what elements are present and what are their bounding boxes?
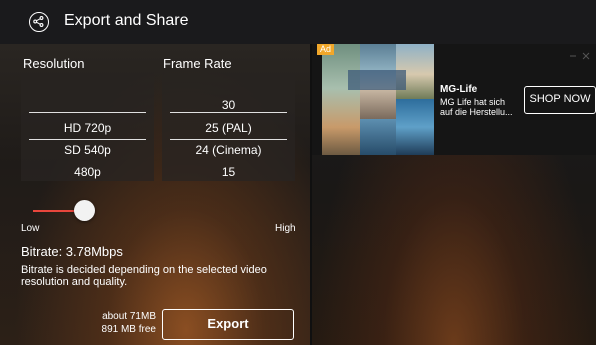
ad-image[interactable] <box>322 44 434 155</box>
app-header: Export and Share <box>0 0 596 44</box>
ad-options-icon[interactable] <box>568 52 592 60</box>
frame-rate-option[interactable]: 15 <box>162 164 295 180</box>
resolution-option-selected[interactable]: HD 720p <box>21 120 154 136</box>
resolution-option[interactable] <box>21 86 154 102</box>
slider-high-label: High <box>275 223 296 234</box>
picker-selection-line-bottom <box>170 139 287 140</box>
bitrate-note: Bitrate is decided depending on the sele… <box>21 264 267 288</box>
slider-low-label: Low <box>21 223 40 234</box>
frame-rate-picker[interactable]: 30 25 (PAL) 24 (Cinema) 15 <box>162 73 295 181</box>
picker-selection-line-top <box>29 112 146 113</box>
frame-rate-option[interactable]: 30 <box>162 97 295 113</box>
export-size-info: about 71MB 891 MB free <box>102 310 156 336</box>
ad-advertiser[interactable]: MG-Life <box>440 84 477 95</box>
export-button[interactable]: Export <box>162 309 294 340</box>
resolution-label: Resolution <box>23 56 85 71</box>
resolution-picker[interactable]: HD 720p SD 540p 480p <box>21 73 154 181</box>
share-circle-icon[interactable] <box>29 12 49 32</box>
resolution-option[interactable]: SD 540p <box>21 142 154 158</box>
quality-slider-thumb[interactable] <box>74 200 95 221</box>
page-title: Export and Share <box>64 12 189 29</box>
frame-rate-label: Frame Rate <box>163 56 232 71</box>
frame-rate-option[interactable]: 24 (Cinema) <box>162 142 295 158</box>
picker-selection-line-bottom <box>29 139 146 140</box>
shop-now-button[interactable]: SHOP NOW <box>524 86 596 114</box>
ad-description[interactable]: MG Life hat sich auf die Herstellu... <box>440 97 520 117</box>
size-estimate: about 71MB <box>102 311 156 322</box>
picker-selection-line-top <box>170 112 287 113</box>
frame-rate-option-selected[interactable]: 25 (PAL) <box>162 120 295 136</box>
bitrate-value: Bitrate: 3.78Mbps <box>21 244 123 259</box>
ad-badge: Ad <box>317 44 334 55</box>
resolution-option[interactable]: 480p <box>21 164 154 180</box>
free-space: 891 MB free <box>101 324 156 335</box>
